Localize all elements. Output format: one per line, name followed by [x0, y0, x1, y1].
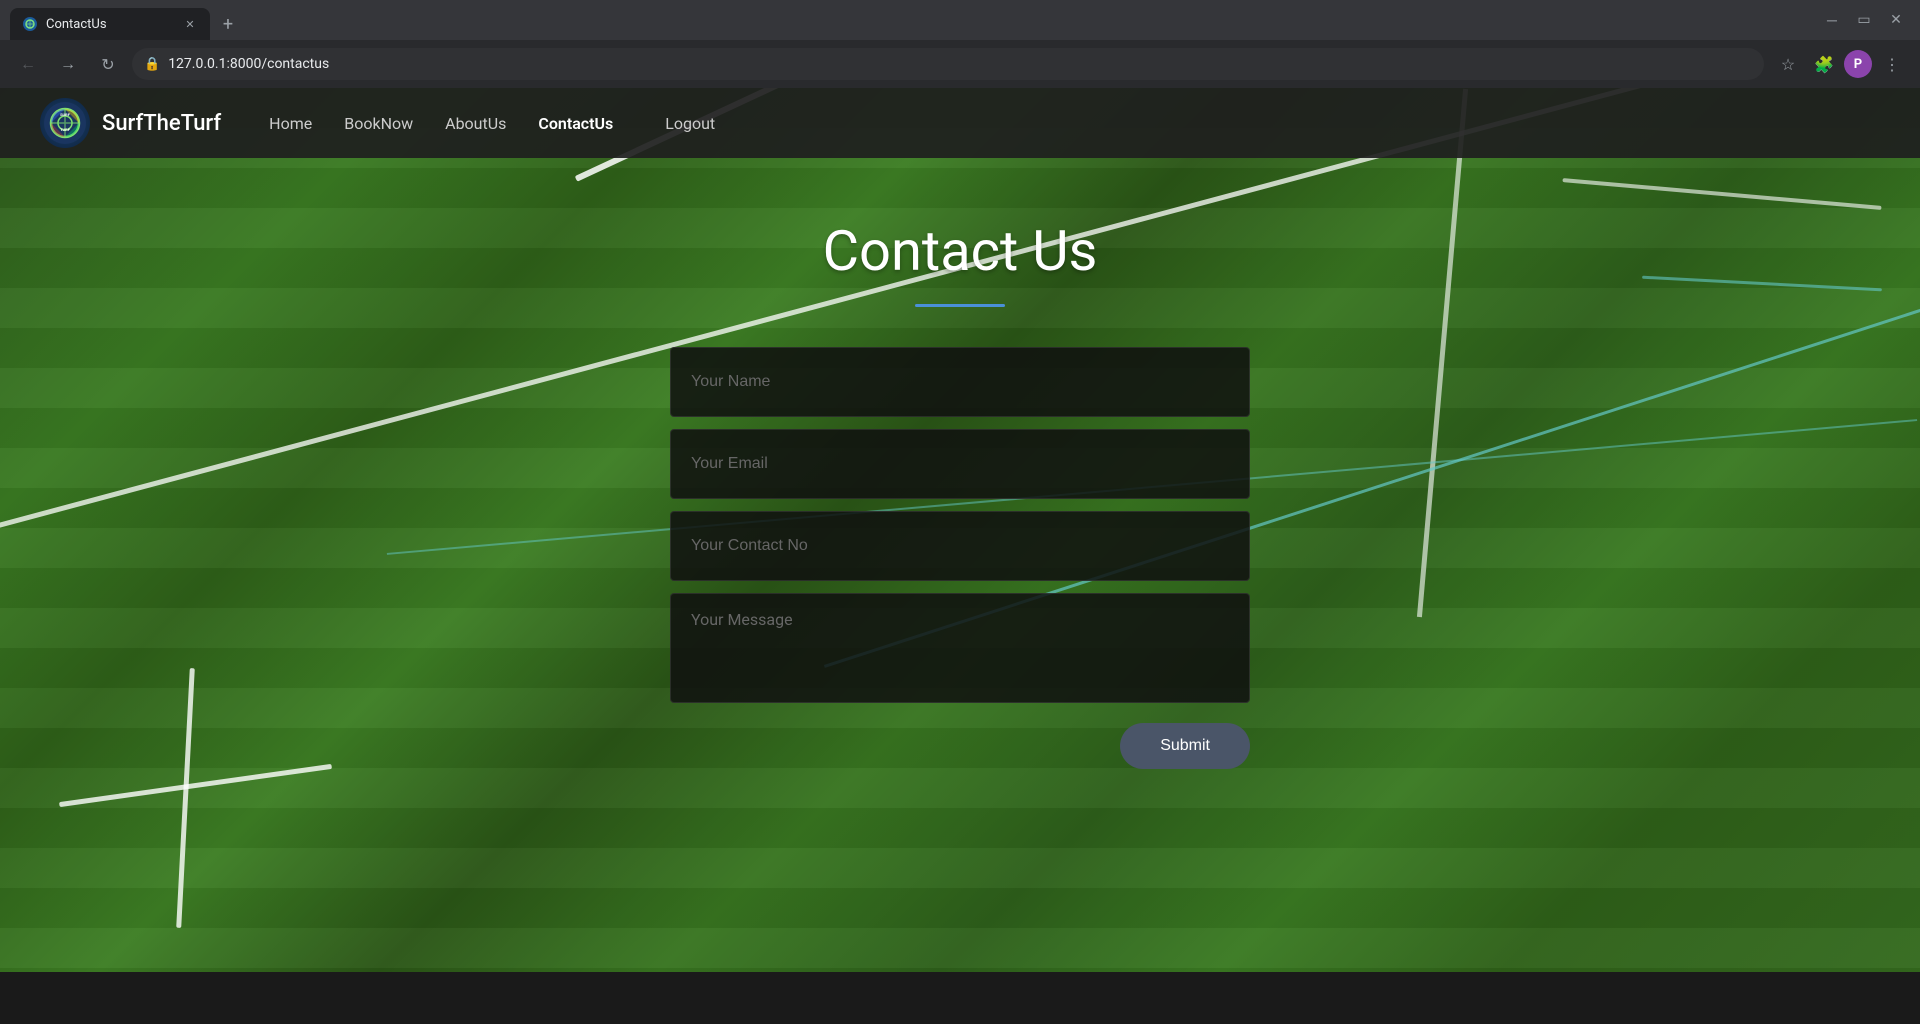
contact-input[interactable] [670, 511, 1250, 581]
forward-button[interactable]: → [52, 48, 84, 80]
page-wrapper: SURF TURF SurfTheTurf Home BookNow About… [0, 88, 1920, 972]
url-text: 127.0.0.1:8000/contactus [168, 56, 1752, 72]
submit-button[interactable]: Submit [1120, 723, 1250, 769]
lock-icon: 🔒 [144, 57, 160, 72]
tab-close-button[interactable]: ✕ [182, 16, 198, 32]
navbar: SURF TURF SurfTheTurf Home BookNow About… [0, 88, 1920, 158]
close-window-button[interactable]: ✕ [1882, 6, 1910, 34]
tab-label: ContactUs [46, 17, 174, 32]
nav-contactus[interactable]: ContactUs [526, 106, 625, 141]
browser-titlebar: ContactUs ✕ + ─ ▭ ✕ [0, 0, 1920, 40]
active-tab[interactable]: ContactUs ✕ [10, 8, 210, 40]
svg-text:SURF: SURF [60, 112, 71, 117]
brand-logo: SURF TURF [40, 98, 90, 148]
contact-form: Submit [670, 347, 1250, 769]
nav-home[interactable]: Home [257, 106, 324, 141]
title-underline [915, 304, 1005, 307]
profile-button[interactable]: P [1844, 50, 1872, 78]
toolbar-actions: ☆ 🧩 P ⋮ [1772, 48, 1908, 80]
page-title: Contact Us [823, 218, 1098, 284]
tab-favicon [22, 16, 38, 32]
message-textarea[interactable] [670, 593, 1250, 703]
email-input[interactable] [670, 429, 1250, 499]
page-content: SURF TURF SurfTheTurf Home BookNow About… [0, 88, 1920, 849]
bookmark-button[interactable]: ☆ [1772, 48, 1804, 80]
navbar-brand[interactable]: SURF TURF SurfTheTurf [40, 98, 221, 148]
nav-logout[interactable]: Logout [653, 106, 727, 141]
main-section: Contact Us Submit [0, 158, 1920, 849]
reload-button[interactable]: ↻ [92, 48, 124, 80]
tab-strip: ContactUs ✕ + [10, 0, 242, 40]
browser-toolbar: ← → ↻ 🔒 127.0.0.1:8000/contactus ☆ 🧩 P ⋮ [0, 40, 1920, 88]
new-tab-button[interactable]: + [214, 10, 242, 38]
browser-chrome: ContactUs ✕ + ─ ▭ ✕ ← → ↻ 🔒 127.0.0.1:80… [0, 0, 1920, 88]
extensions-button[interactable]: 🧩 [1808, 48, 1840, 80]
maximize-button[interactable]: ▭ [1850, 6, 1878, 34]
logo-svg: SURF TURF [43, 101, 87, 145]
nav-aboutus[interactable]: AboutUs [433, 106, 518, 141]
address-bar[interactable]: 🔒 127.0.0.1:8000/contactus [132, 48, 1764, 80]
name-input[interactable] [670, 347, 1250, 417]
navbar-nav: Home BookNow AboutUs ContactUs Logout [257, 106, 727, 141]
minimize-button[interactable]: ─ [1818, 6, 1846, 34]
window-controls: ─ ▭ ✕ [1818, 6, 1910, 34]
menu-button[interactable]: ⋮ [1876, 48, 1908, 80]
nav-booknow[interactable]: BookNow [332, 106, 425, 141]
back-button[interactable]: ← [12, 48, 44, 80]
brand-name-text: SurfTheTurf [102, 111, 221, 136]
svg-text:TURF: TURF [60, 127, 71, 132]
